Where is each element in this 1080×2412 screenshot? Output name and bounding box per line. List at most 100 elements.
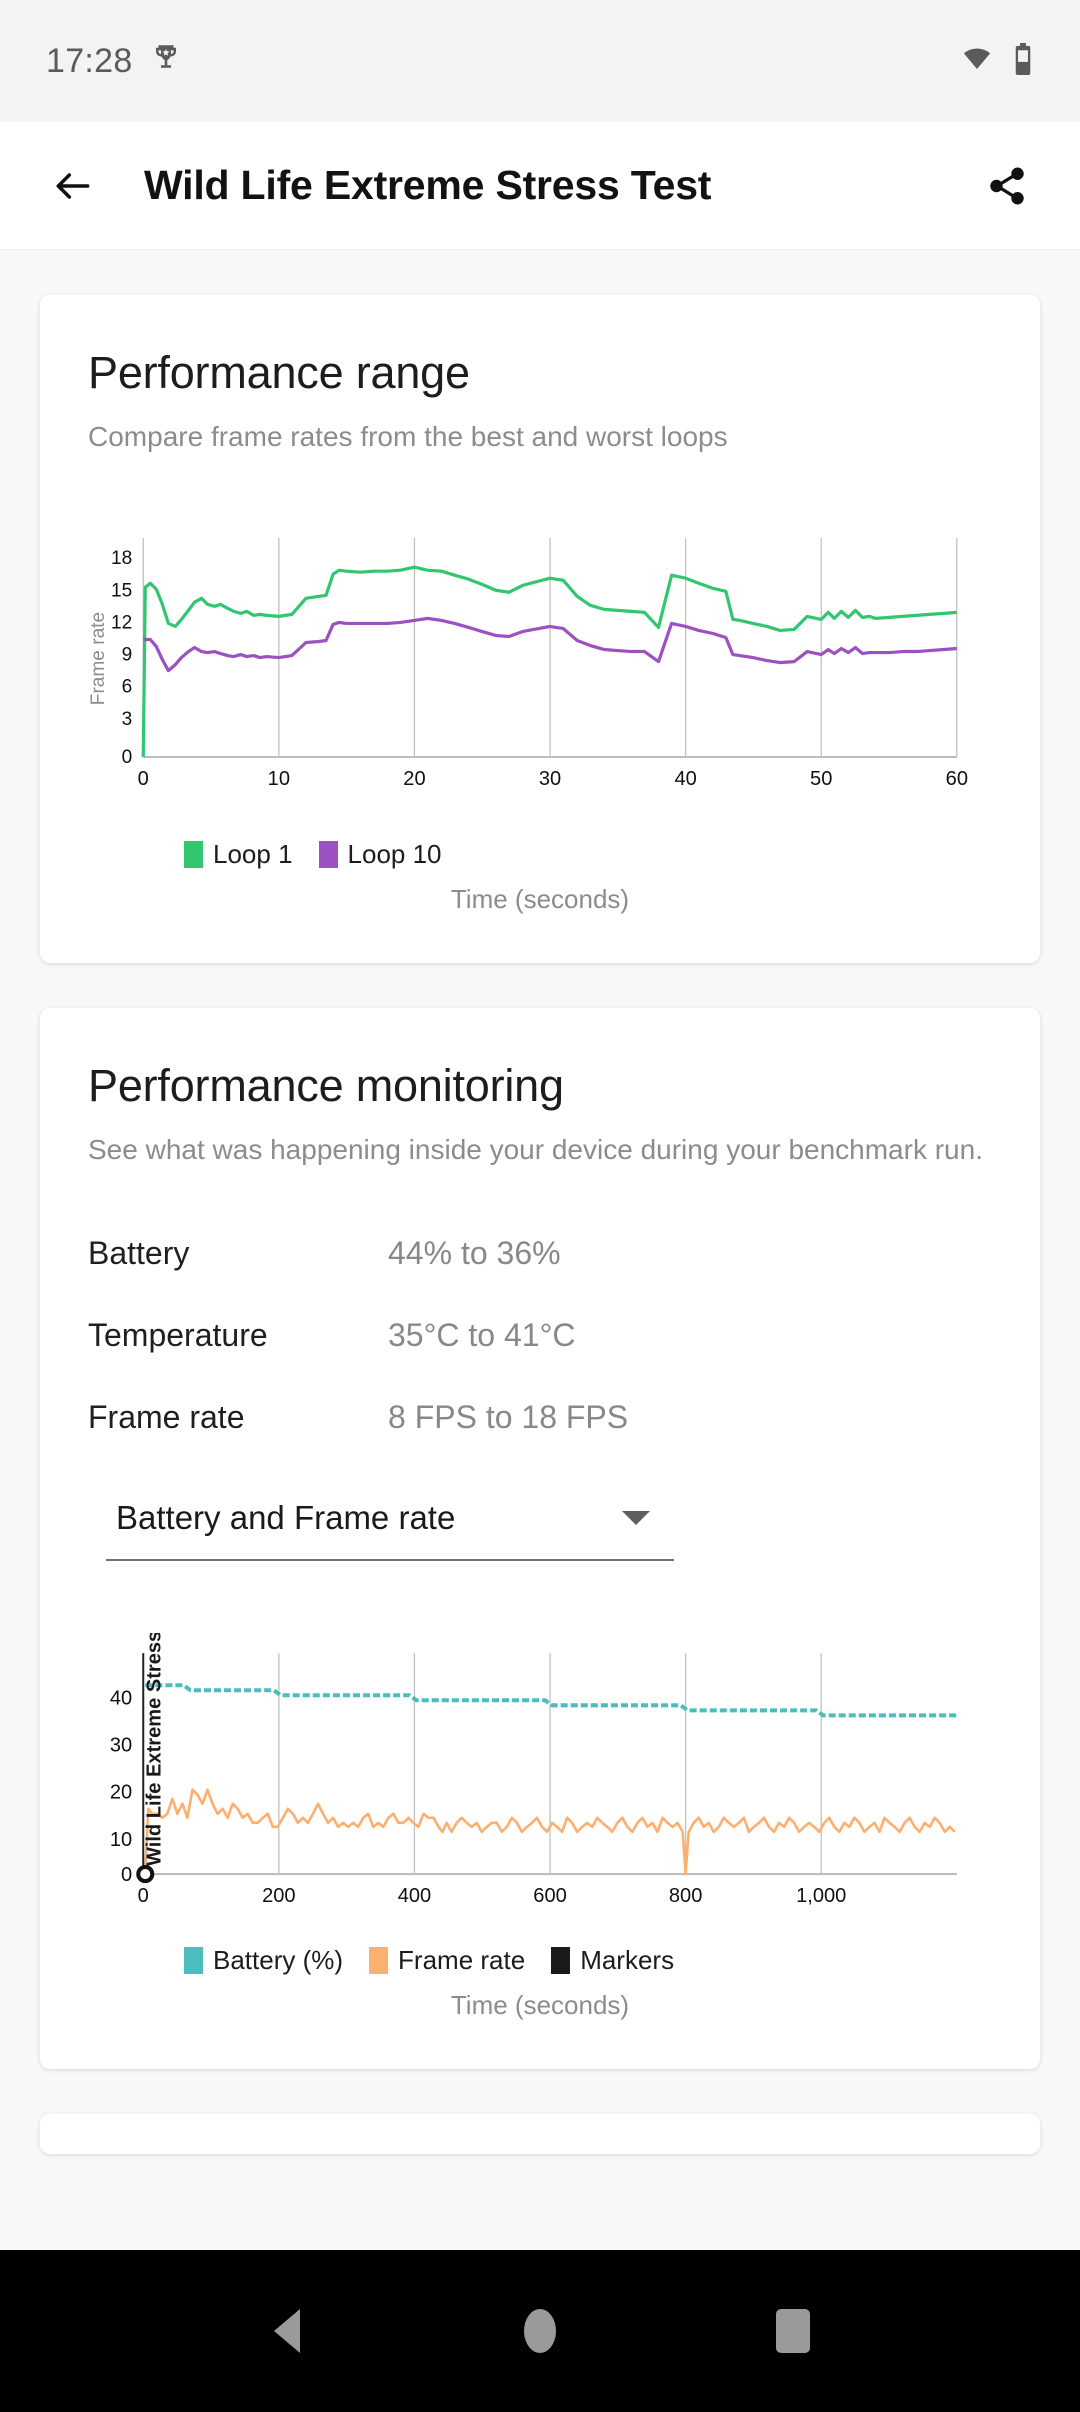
legend-swatch-frame-rate xyxy=(369,1947,388,1974)
chevron-down-icon xyxy=(622,1511,650,1525)
stat-label-temperature: Temperature xyxy=(88,1317,388,1354)
svg-text:200: 200 xyxy=(262,1885,296,1907)
page-title: Wild Life Extreme Stress Test xyxy=(144,162,974,209)
performance-monitoring-title: Performance monitoring xyxy=(88,1060,992,1112)
nav-recents-button[interactable] xyxy=(733,2271,853,2391)
phone-screen: 17:28 xyxy=(0,0,1080,2412)
status-bar-left: 17:28 xyxy=(46,42,181,81)
svg-text:400: 400 xyxy=(398,1885,432,1907)
nav-home-icon xyxy=(524,2309,556,2353)
nav-back-button[interactable] xyxy=(227,2271,347,2391)
svg-text:20: 20 xyxy=(110,1782,132,1804)
svg-text:50: 50 xyxy=(810,768,832,790)
next-card-peek[interactable] xyxy=(40,2114,1040,2154)
chart1-y-ticks: 18 15 12 9 6 3 0 xyxy=(111,548,132,768)
performance-monitoring-svg: 40 30 20 10 0 0 200 400 600 800 1,000 xyxy=(88,1633,992,1934)
svg-text:0: 0 xyxy=(138,768,149,790)
stat-row-temperature: Temperature 35°C to 41°C xyxy=(88,1317,992,1354)
stat-label-frame-rate: Frame rate xyxy=(88,1399,388,1436)
svg-text:1,000: 1,000 xyxy=(796,1885,846,1907)
legend-item-frame-rate: Frame rate xyxy=(369,1945,525,1976)
stat-value-temperature: 35°C to 41°C xyxy=(388,1317,575,1354)
legend-swatch-battery xyxy=(184,1947,203,1974)
svg-text:18: 18 xyxy=(111,548,132,569)
chart-metric-dropdown[interactable]: Battery and Frame rate xyxy=(106,1481,674,1561)
performance-monitoring-x-caption: Time (seconds) xyxy=(88,1990,992,2039)
share-button[interactable] xyxy=(974,153,1040,219)
status-bar: 17:28 xyxy=(0,0,1080,122)
series-battery xyxy=(145,1685,957,1715)
stat-value-battery: 44% to 36% xyxy=(388,1235,561,1272)
performance-monitoring-body: Performance monitoring See what was happ… xyxy=(40,1008,1040,2068)
svg-text:60: 60 xyxy=(946,768,968,790)
performance-range-legend: Loop 1 Loop 10 xyxy=(184,839,992,870)
back-button[interactable] xyxy=(40,153,106,219)
performance-range-chart[interactable]: 181512 9630 Frame rate 01020 30405060 xyxy=(88,528,992,933)
svg-text:40: 40 xyxy=(110,1688,132,1710)
legend-label-battery: Battery (%) xyxy=(213,1945,343,1976)
app-bar: Wild Life Extreme Stress Test xyxy=(0,122,1080,250)
svg-text:3: 3 xyxy=(122,709,133,730)
legend-swatch-markers xyxy=(551,1947,570,1974)
svg-text:0: 0 xyxy=(122,747,133,768)
arrow-left-icon xyxy=(51,164,95,208)
chart1-gridlines xyxy=(143,538,957,757)
svg-text:600: 600 xyxy=(533,1885,567,1907)
performance-monitoring-card: Performance monitoring See what was happ… xyxy=(40,1008,1040,2068)
legend-item-battery: Battery (%) xyxy=(184,1945,343,1976)
legend-label-markers: Markers xyxy=(580,1945,674,1976)
chart2-y-ticks: 40 30 20 10 0 xyxy=(110,1688,132,1887)
performance-range-card: Performance range Compare frame rates fr… xyxy=(40,295,1040,963)
stat-label-battery: Battery xyxy=(88,1235,388,1272)
performance-range-svg: 181512 9630 Frame rate 01020 30405060 xyxy=(88,528,992,829)
monitoring-stats: Battery 44% to 36% Temperature 35°C to 4… xyxy=(88,1235,992,1436)
legend-label-loop-1: Loop 1 xyxy=(213,839,293,870)
performance-range-body: Performance range Compare frame rates fr… xyxy=(40,295,1040,963)
legend-swatch-loop-1 xyxy=(184,841,203,868)
trophy-icon xyxy=(151,44,181,79)
chart-metric-dropdown-value: Battery and Frame rate xyxy=(116,1499,455,1537)
svg-text:10: 10 xyxy=(268,768,290,790)
chart2-gridlines xyxy=(279,1653,821,1874)
performance-range-title: Performance range xyxy=(88,347,992,399)
svg-text:15: 15 xyxy=(111,580,132,601)
wifi-icon xyxy=(960,44,994,79)
legend-swatch-loop-10 xyxy=(319,841,338,868)
chart2-x-ticks: 0200400 6008001,000 xyxy=(138,1885,847,1907)
svg-text:6: 6 xyxy=(122,677,133,698)
chart1-x-ticks: 0 10 20 30 40 50 60 xyxy=(138,768,968,790)
stat-row-battery: Battery 44% to 36% xyxy=(88,1235,992,1272)
android-nav-bar xyxy=(0,2250,1080,2412)
svg-text:30: 30 xyxy=(539,768,561,790)
legend-item-loop-10: Loop 10 xyxy=(319,839,442,870)
legend-item-loop-1: Loop 1 xyxy=(184,839,293,870)
nav-back-icon xyxy=(274,2309,300,2353)
stat-row-frame-rate: Frame rate 8 FPS to 18 FPS xyxy=(88,1399,992,1436)
svg-text:40: 40 xyxy=(674,768,696,790)
svg-text:800: 800 xyxy=(669,1885,703,1907)
scroll-content[interactable]: Performance range Compare frame rates fr… xyxy=(0,250,1080,2250)
battery-icon xyxy=(1012,43,1034,80)
status-bar-right xyxy=(960,43,1034,80)
chart1-y-axis-label: Frame rate xyxy=(88,612,109,705)
performance-range-x-caption: Time (seconds) xyxy=(88,884,992,933)
performance-range-subtitle: Compare frame rates from the best and wo… xyxy=(88,419,992,456)
legend-label-frame-rate: Frame rate xyxy=(398,1945,525,1976)
svg-text:20: 20 xyxy=(403,768,425,790)
share-icon xyxy=(986,165,1028,207)
status-clock: 17:28 xyxy=(46,42,133,81)
nav-home-button[interactable] xyxy=(480,2271,600,2391)
svg-text:0: 0 xyxy=(121,1864,132,1886)
nav-recents-icon xyxy=(776,2309,810,2353)
legend-item-markers: Markers xyxy=(551,1945,674,1976)
performance-monitoring-legend: Battery (%) Frame rate Markers xyxy=(184,1945,992,1976)
svg-text:9: 9 xyxy=(122,645,133,666)
svg-text:10: 10 xyxy=(110,1829,132,1851)
performance-monitoring-chart[interactable]: 40 30 20 10 0 0 200 400 600 800 1,000 xyxy=(88,1633,992,2038)
marker-label: Wild Life Extreme Stress Test xyxy=(143,1633,165,1866)
marker-dot-icon xyxy=(138,1867,152,1881)
legend-label-loop-10: Loop 10 xyxy=(348,839,442,870)
performance-monitoring-subtitle: See what was happening inside your devic… xyxy=(88,1132,992,1169)
svg-text:12: 12 xyxy=(111,612,132,633)
svg-text:30: 30 xyxy=(110,1735,132,1757)
